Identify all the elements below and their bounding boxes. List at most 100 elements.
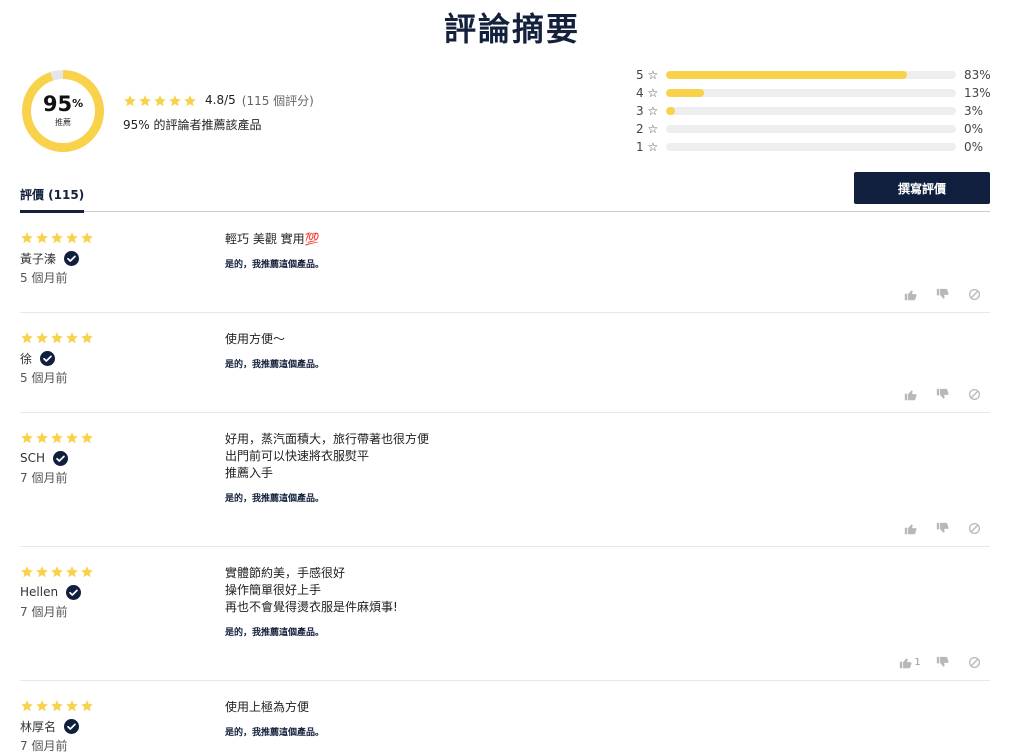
review-tabs: 評價 (115) bbox=[20, 186, 990, 213]
tab-reviews[interactable]: 評價 (115) bbox=[20, 186, 85, 213]
review-author-block: 林厚名 7 個月前 bbox=[20, 698, 200, 752]
review-time: 5 個月前 bbox=[20, 271, 68, 285]
distribution-row[interactable]: 4 ☆ 13% bbox=[636, 84, 996, 102]
recommend-percent: 95% bbox=[42, 92, 84, 116]
distribution-row[interactable]: 2 ☆ 0% bbox=[636, 120, 996, 138]
report-icon[interactable] bbox=[958, 286, 990, 302]
review-text-line: 推薦入手 bbox=[225, 466, 274, 480]
review-body: 使用上極為方便 是的，我推薦這個產品。 bbox=[225, 699, 825, 738]
average-rating: 4.8/5 (115 個評分) bbox=[123, 91, 314, 109]
review-item: 徐 5 個月前 使用方便～ 是的，我推薦這個產品。 bbox=[20, 313, 990, 413]
star-icon bbox=[20, 564, 34, 578]
distribution-fill bbox=[666, 71, 907, 79]
star-icon bbox=[35, 430, 49, 444]
review-body: 使用方便～ 是的，我推薦這個產品。 bbox=[225, 331, 825, 370]
review-actions bbox=[894, 520, 990, 536]
star-icon bbox=[50, 230, 64, 244]
thumbs-up-icon[interactable]: 1 bbox=[894, 654, 926, 670]
verified-check-icon bbox=[64, 718, 80, 734]
thumbs-down-icon[interactable] bbox=[926, 286, 958, 302]
review-text-line: 使用上極為方便 bbox=[225, 700, 310, 714]
distribution-row[interactable]: 1 ☆ 0% bbox=[636, 138, 996, 156]
star-icon bbox=[65, 330, 79, 344]
distribution-percent: 0% bbox=[964, 140, 984, 154]
star-icon bbox=[20, 430, 34, 444]
thumbs-down-icon[interactable] bbox=[926, 386, 958, 402]
distribution-label: 5 ☆ bbox=[636, 68, 659, 82]
distribution-bar bbox=[666, 89, 956, 97]
star-icon bbox=[138, 93, 152, 107]
distribution-bar bbox=[666, 107, 956, 115]
star-icon bbox=[65, 430, 79, 444]
star-icon bbox=[65, 230, 79, 244]
thumbs-up-icon[interactable] bbox=[894, 286, 926, 302]
reviewer-name: 林厚名 bbox=[20, 718, 200, 734]
star-icon bbox=[65, 698, 79, 712]
review-stars bbox=[20, 330, 200, 344]
review-actions: 1 bbox=[894, 654, 990, 670]
star-icon bbox=[50, 330, 64, 344]
star-icon bbox=[35, 564, 49, 578]
distribution-percent: 0% bbox=[964, 122, 984, 136]
recommend-ring: 95% 推薦 bbox=[22, 70, 104, 152]
reviewer-name: Hellen bbox=[20, 584, 200, 600]
distribution-percent: 83% bbox=[964, 68, 991, 82]
thumbs-up-icon[interactable] bbox=[894, 386, 926, 402]
review-item: 黃子溱 5 個月前 輕巧 美觀 實用💯 是的，我推薦這個產品。 bbox=[20, 213, 990, 313]
distribution-row[interactable]: 5 ☆ 83% bbox=[636, 66, 996, 84]
review-author-block: Hellen 7 個月前 bbox=[20, 564, 200, 620]
star-icon bbox=[123, 93, 137, 107]
star-icon bbox=[20, 698, 34, 712]
review-text-line: 出門前可以快速將衣服熨平 bbox=[225, 449, 370, 463]
reviewer-name: 黃子溱 bbox=[20, 250, 200, 266]
review-stars bbox=[20, 230, 200, 244]
review-time: 7 個月前 bbox=[20, 605, 68, 619]
star-icon bbox=[50, 698, 64, 712]
report-icon[interactable] bbox=[958, 520, 990, 536]
recommend-summary: 95% 的評論者推薦該產品 bbox=[123, 118, 262, 132]
average-stars bbox=[123, 93, 197, 107]
star-icon bbox=[35, 698, 49, 712]
star-icon bbox=[80, 330, 94, 344]
star-icon bbox=[20, 230, 34, 244]
recommend-label: 推薦 bbox=[55, 118, 71, 127]
review-time: 7 個月前 bbox=[20, 739, 68, 752]
review-list: 黃子溱 5 個月前 輕巧 美觀 實用💯 是的，我推薦這個產品。徐 5 個月前 使用方便～是… bbox=[20, 213, 990, 752]
star-icon bbox=[35, 230, 49, 244]
review-stars bbox=[20, 430, 200, 444]
distribution-label: 2 ☆ bbox=[636, 122, 659, 136]
recommend-statement: 是的，我推薦這個產品。 bbox=[225, 260, 325, 270]
star-icon bbox=[80, 698, 94, 712]
helpful-count: 1 bbox=[914, 656, 921, 668]
review-item: SCH 7 個月前 好用，蒸汽面積大，旅行帶著也很方便 出門前可以快速將衣服熨平 推薦入… bbox=[20, 413, 990, 547]
verified-check-icon bbox=[66, 584, 82, 600]
review-body: 好用，蒸汽面積大，旅行帶著也很方便 出門前可以快速將衣服熨平 推薦入手 是的，我推薦這… bbox=[225, 431, 825, 504]
page-title: 評論摘要 bbox=[443, 10, 580, 48]
distribution-label: 1 ☆ bbox=[636, 140, 659, 154]
review-text-line: 好用，蒸汽面積大，旅行帶著也很方便 bbox=[225, 432, 430, 446]
distribution-row[interactable]: 3 ☆ 3% bbox=[636, 102, 996, 120]
thumbs-down-icon[interactable] bbox=[926, 654, 958, 670]
star-icon bbox=[20, 330, 34, 344]
star-icon bbox=[168, 93, 182, 107]
distribution-bar bbox=[666, 143, 956, 151]
star-icon bbox=[65, 564, 79, 578]
review-stars bbox=[20, 564, 200, 578]
star-icon bbox=[50, 430, 64, 444]
rating-count: (115 個評分) bbox=[241, 93, 314, 108]
review-text-line: 實體節約美，手感很好 bbox=[225, 566, 346, 580]
rating-distribution: 5 ☆ 83% 4 ☆ 13% 3 ☆ 3% 2 ☆ 0% 1 ☆ 0% bbox=[636, 66, 996, 156]
distribution-fill bbox=[666, 89, 704, 97]
review-text-line: 操作簡單很好上手 bbox=[225, 583, 322, 597]
report-icon[interactable] bbox=[958, 386, 990, 402]
review-text-line: 輕巧 美觀 實用💯 bbox=[225, 232, 320, 246]
report-icon[interactable] bbox=[958, 654, 990, 670]
thumbs-down-icon[interactable] bbox=[926, 520, 958, 536]
reviewer-name: 徐 bbox=[20, 350, 200, 366]
review-item: 林厚名 7 個月前 使用上極為方便 是的，我推薦這個產品。 bbox=[20, 681, 990, 752]
star-icon bbox=[183, 93, 197, 107]
star-icon bbox=[153, 93, 167, 107]
thumbs-up-icon[interactable] bbox=[894, 520, 926, 536]
reviewer-name: SCH bbox=[20, 450, 200, 466]
review-stars bbox=[20, 698, 200, 712]
